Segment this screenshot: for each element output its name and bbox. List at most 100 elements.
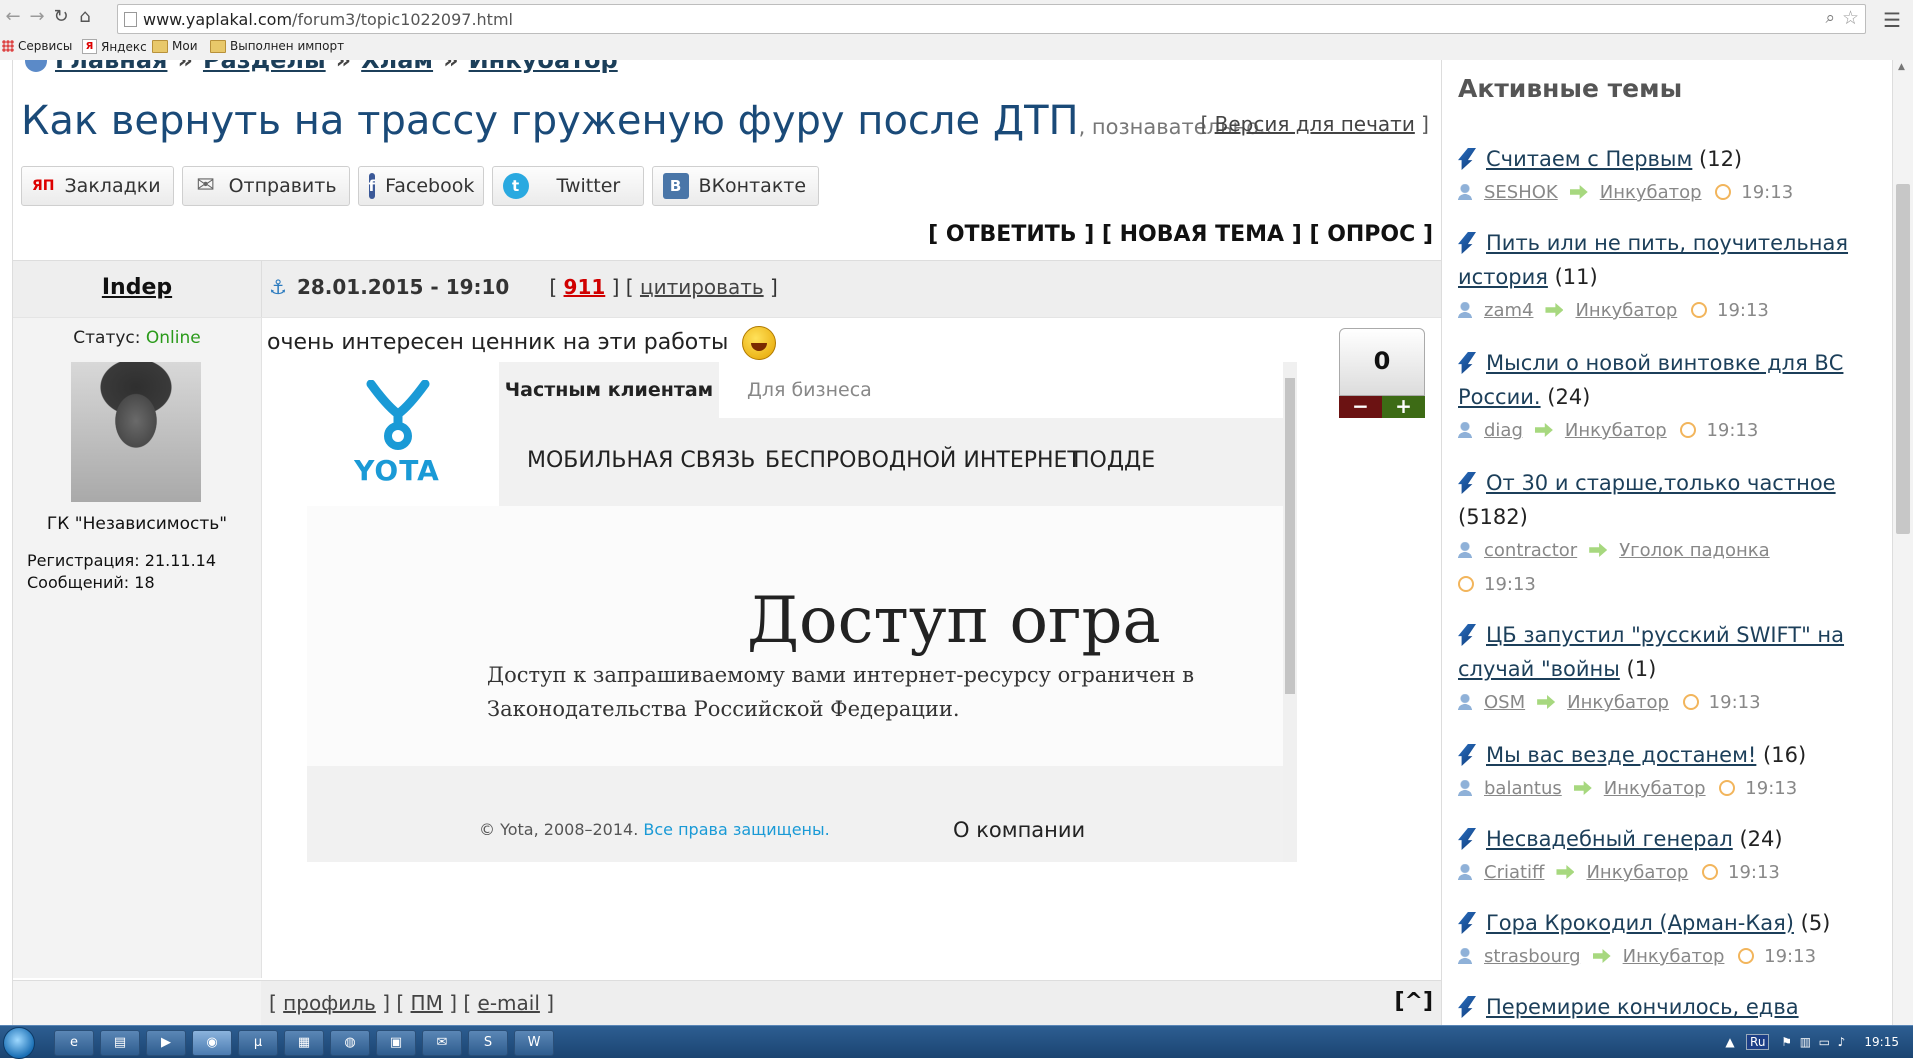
poll-button[interactable]: ОПРОС xyxy=(1327,222,1415,247)
topic-user[interactable]: diag xyxy=(1484,420,1523,441)
flag-icon[interactable]: ⚑ xyxy=(1781,1035,1792,1049)
topic-time: 19:13 xyxy=(1484,574,1536,595)
scroll-top-button[interactable]: [^] xyxy=(1394,989,1433,1014)
power-icon[interactable]: ▭ xyxy=(1819,1035,1830,1049)
topic-section[interactable]: Инкубатор xyxy=(1623,946,1725,967)
word-icon[interactable]: W xyxy=(514,1030,554,1056)
scrollbar-thumb[interactable] xyxy=(1896,184,1910,534)
profile-link[interactable]: профиль xyxy=(283,991,376,1015)
topic-section[interactable]: Уголок падонка xyxy=(1619,540,1769,561)
bookmark-apps[interactable]: Сервисы xyxy=(2,39,72,53)
quote-link[interactable]: цитировать xyxy=(640,275,764,299)
vk-icon: В xyxy=(662,173,689,199)
topic-section[interactable]: Инкубатор xyxy=(1600,182,1702,203)
chrome-icon[interactable]: ◉ xyxy=(192,1030,232,1056)
print-version-link[interactable]: Версия для печати xyxy=(1215,112,1415,136)
avatar[interactable] xyxy=(71,362,201,502)
post-footer-links: [ профиль ] [ ПМ ] [ e-mail ] xyxy=(269,991,555,1015)
vote-down-button[interactable]: − xyxy=(1339,396,1382,418)
breadcrumb-junk[interactable]: Хлам xyxy=(361,60,433,74)
share-bookmarks-button[interactable]: ЯП Закладки xyxy=(21,166,174,206)
yota-wordmark: YOTA xyxy=(354,454,440,487)
topic-count: (11) xyxy=(1554,265,1598,289)
internet-explorer-icon[interactable]: e xyxy=(54,1030,94,1056)
rating-widget: 0 − + xyxy=(1339,328,1425,418)
url-text: www.yaplakal.com/forum3/topic1022097.htm… xyxy=(143,10,513,29)
share-facebook-button[interactable]: f Facebook xyxy=(357,166,484,206)
folder-icon xyxy=(152,39,168,53)
topic-time: 19:13 xyxy=(1745,778,1798,799)
topic-user[interactable]: balantus xyxy=(1484,778,1562,799)
clock[interactable]: 19:15 xyxy=(1864,1035,1899,1049)
app-icon[interactable]: ▦ xyxy=(284,1030,324,1056)
reply-button[interactable]: ОТВЕТИТЬ xyxy=(946,222,1077,247)
reload-icon[interactable]: ↻ xyxy=(50,6,72,28)
skype-icon[interactable]: S xyxy=(468,1030,508,1056)
back-arrow-icon[interactable]: ← xyxy=(2,6,24,28)
share-label: Facebook xyxy=(385,175,475,197)
topic-user[interactable]: Criatiff xyxy=(1484,862,1544,883)
media-icon[interactable]: ▶ xyxy=(146,1030,186,1056)
arrow-right-icon xyxy=(1573,781,1592,795)
language-indicator[interactable]: Ru xyxy=(1746,1034,1770,1050)
address-bar[interactable]: www.yaplakal.com/forum3/topic1022097.htm… xyxy=(117,4,1866,34)
topic-arrow-icon xyxy=(1458,472,1476,494)
topic-link[interactable]: Несвадебный генерал xyxy=(1486,827,1733,851)
new-topic-button[interactable]: НОВАЯ ТЕМА xyxy=(1120,222,1284,247)
email-link[interactable]: e-mail xyxy=(478,991,540,1015)
app-icon[interactable]: ▣ xyxy=(376,1030,416,1056)
topic-section[interactable]: Инкубатор xyxy=(1586,862,1688,883)
pm-link[interactable]: ПМ xyxy=(411,991,443,1015)
print-version: [ Версия для печати ] xyxy=(1200,112,1429,136)
topic-user[interactable]: OSM xyxy=(1484,692,1525,713)
topic-link[interactable]: Пить или не пить, поучительная история xyxy=(1458,231,1848,289)
clock-icon xyxy=(1680,422,1697,438)
author-link[interactable]: Indep xyxy=(102,275,172,300)
post-number-link[interactable]: 911 xyxy=(564,275,606,299)
anchor-icon[interactable]: ⚓ xyxy=(269,275,287,299)
chrome-menu-icon[interactable]: ☰ xyxy=(1883,8,1901,32)
breadcrumb-incubator[interactable]: Инкубатор xyxy=(469,60,618,74)
topic-user[interactable]: SESHOK xyxy=(1484,182,1558,203)
topic-user[interactable]: strasbourg xyxy=(1484,946,1581,967)
bookmark-folder-import[interactable]: Выполнен импорт xyxy=(210,39,344,53)
yota-logo: YOTA xyxy=(307,362,499,506)
topic-section[interactable]: Инкубатор xyxy=(1567,692,1669,713)
bookmark-label: Яндекс xyxy=(101,39,147,54)
topic-section[interactable]: Инкубатор xyxy=(1565,420,1667,441)
topic-link[interactable]: От 30 и старше,только частное xyxy=(1486,471,1836,495)
network-icon[interactable]: ▥ xyxy=(1800,1035,1811,1049)
share-twitter-button[interactable]: t Twitter xyxy=(491,166,644,206)
breadcrumb-sections[interactable]: Разделы xyxy=(203,60,326,74)
topic-link[interactable]: Гора Крокодил (Арман-Кая) xyxy=(1486,911,1794,935)
topic-link[interactable]: Считаем с Первым xyxy=(1486,147,1692,171)
topic-user[interactable]: contractor xyxy=(1484,540,1577,561)
tray-up-icon[interactable]: ▲ xyxy=(1725,1035,1734,1049)
bookmark-yandex[interactable]: Я Яндекс xyxy=(82,39,147,54)
forward-arrow-icon[interactable]: → xyxy=(26,6,48,28)
topic-section[interactable]: Инкубатор xyxy=(1575,300,1677,321)
topic-user[interactable]: zam4 xyxy=(1484,300,1533,321)
breadcrumb-home[interactable]: Главная xyxy=(55,60,167,74)
page-scrollbar[interactable]: ▲ xyxy=(1892,60,1913,1025)
home-icon[interactable]: ⌂ xyxy=(74,6,96,28)
zoom-icon[interactable]: ⌕ xyxy=(1825,8,1835,28)
share-vk-button[interactable]: В ВКонтакте xyxy=(651,166,820,206)
topic-link[interactable]: Мысли о новой винтовке для ВС России. xyxy=(1458,351,1843,409)
scroll-up-icon[interactable]: ▲ xyxy=(1898,62,1905,72)
vote-up-button[interactable]: + xyxy=(1382,396,1425,418)
volume-icon[interactable]: ♪ xyxy=(1838,1035,1846,1049)
utorrent-icon[interactable]: µ xyxy=(238,1030,278,1056)
globe-icon[interactable]: ◍ xyxy=(330,1030,370,1056)
start-button[interactable] xyxy=(3,1027,35,1059)
topic-link[interactable]: Перемирие кончилось, едва xyxy=(1486,995,1799,1019)
explorer-icon[interactable]: ▤ xyxy=(100,1030,140,1056)
post-image[interactable]: YOTA Частным клиентам Для бизнеса МОБИЛЬ… xyxy=(307,362,1297,862)
message-count: Сообщений: 18 xyxy=(27,573,155,592)
share-send-button[interactable]: ✉ Отправить xyxy=(181,166,350,206)
bookmark-folder-moi[interactable]: Мои xyxy=(152,39,198,53)
bookmark-star-icon[interactable]: ☆ xyxy=(1842,7,1859,29)
topic-section[interactable]: Инкубатор xyxy=(1604,778,1706,799)
topic-link[interactable]: Мы вас везде достанем! xyxy=(1486,743,1756,767)
mail-icon[interactable]: ✉ xyxy=(422,1030,462,1056)
